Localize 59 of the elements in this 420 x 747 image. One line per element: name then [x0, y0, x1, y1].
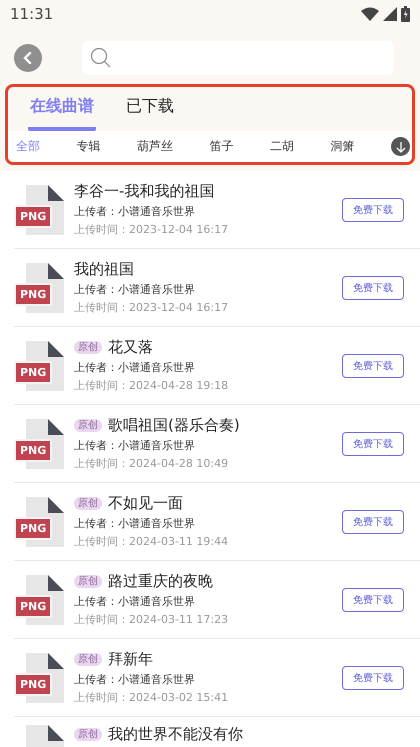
download-button[interactable]: 免费下载 [342, 666, 404, 690]
score-title: 不如见一面 [108, 494, 183, 513]
expand-button[interactable] [391, 137, 410, 156]
score-title: 我的祖国 [74, 260, 134, 279]
category-tab[interactable]: 全部 [16, 138, 40, 155]
category-tab[interactable]: 二胡 [270, 138, 294, 155]
upload-time: 上传时间：2024-03-11 17:23 [74, 612, 230, 627]
uploader-text: 上传者：小谱通音乐世界 [74, 516, 196, 531]
arrow-down-icon [396, 140, 406, 152]
uploader-text: 上传者：小谱通音乐世界 [74, 204, 196, 219]
upload-time: 上传时间：2023-12-04 16:17 [74, 222, 230, 237]
score-title: 路过重庆的夜晚 [108, 572, 213, 591]
search-icon [90, 47, 112, 69]
upload-time: 上传时间：2024-04-28 10:49 [74, 456, 230, 471]
download-button[interactable]: 免费下载 [342, 354, 404, 378]
download-button[interactable]: 免费下载 [342, 276, 404, 300]
uploader-text: 上传者：小谱通音乐世界 [74, 594, 196, 609]
original-tag: 原创 [74, 419, 102, 432]
original-tag: 原创 [74, 575, 102, 588]
original-tag: 原创 [74, 341, 102, 354]
file-type-label: PNG [14, 282, 52, 306]
upload-time: 上传时间：2024-03-02 15:41 [74, 690, 230, 705]
tab[interactable]: 已下载 [124, 93, 176, 131]
download-button[interactable]: 免费下载 [342, 510, 404, 534]
upload-time: 上传时间：2024-03-11 19:44 [74, 534, 230, 549]
battery-icon [401, 6, 410, 22]
file-type-label: PNG [14, 672, 52, 696]
file-type-label: PNG [14, 594, 52, 618]
file-type-label: PNG [14, 516, 52, 540]
file-type-label: PNG [14, 360, 52, 384]
category-tab[interactable]: 葫芦丝 [137, 138, 173, 155]
score-title: 歌唱祖国(器乐合奏) [108, 416, 240, 435]
status-time: 11:31 [10, 5, 54, 23]
category-tab[interactable]: 笛子 [210, 138, 234, 155]
score-title: 拜新年 [108, 650, 153, 669]
upload-time: 上传时间：2023-12-04 16:17 [74, 300, 230, 315]
score-title: 我的世界不能没有你 [108, 725, 243, 744]
upload-time: 上传时间：2024-04-28 19:18 [74, 378, 230, 393]
original-tag: 原创 [74, 728, 102, 741]
uploader-text: 上传者：小谱通音乐世界 [74, 282, 196, 297]
uploader-text: 上传者：小谱通音乐世界 [74, 672, 196, 687]
uploader-text: 上传者：小谱通音乐世界 [74, 438, 196, 453]
wifi-icon [361, 7, 379, 21]
signal-icon [383, 7, 397, 21]
score-title: 花又落 [108, 338, 153, 357]
back-button[interactable] [14, 44, 42, 72]
category-tab[interactable]: 洞箫 [330, 138, 354, 155]
download-button[interactable]: 免费下载 [342, 198, 404, 222]
file-type-label: PNG [14, 438, 52, 462]
original-tag: 原创 [74, 497, 102, 510]
chevron-left-icon [23, 52, 33, 64]
original-tag: 原创 [74, 653, 102, 666]
search-field[interactable] [82, 41, 394, 75]
file-type-label: PNG [14, 204, 52, 228]
download-button[interactable]: 免费下载 [342, 432, 404, 456]
uploader-text: 上传者：小谱通音乐世界 [74, 360, 196, 375]
score-title: 李谷一-我和我的祖国 [74, 182, 214, 201]
category-tab[interactable]: 专辑 [76, 138, 100, 155]
download-button[interactable]: 免费下载 [342, 588, 404, 612]
